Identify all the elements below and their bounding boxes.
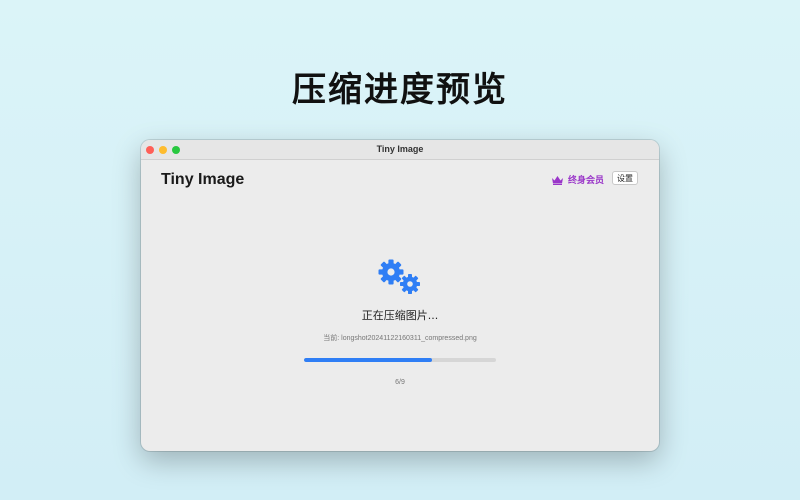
window-title: Tiny Image [376, 144, 424, 154]
crown-icon [552, 175, 563, 185]
lifetime-membership-button[interactable]: 终身会员 [551, 173, 604, 186]
app-name: Tiny Image [161, 171, 245, 188]
progress-bar [304, 358, 496, 362]
gears-icon [378, 259, 420, 294]
current-file-label: 当前: longshot20241122160311_compressed.pn… [323, 335, 477, 342]
app-window: Tiny Image Tiny Image 终身会员 设置 正在压缩图片... … [141, 140, 659, 451]
settings-button[interactable]: 设置 [612, 171, 638, 185]
title-bar[interactable]: Tiny Image [141, 140, 659, 160]
progress-bar-fill [304, 358, 432, 362]
compression-status: 正在压缩图片... [361, 309, 439, 322]
membership-label: 终身会员 [568, 176, 605, 186]
promo-title: 压缩进度预览 [292, 70, 508, 110]
progress-count: 6/9 [395, 379, 405, 386]
